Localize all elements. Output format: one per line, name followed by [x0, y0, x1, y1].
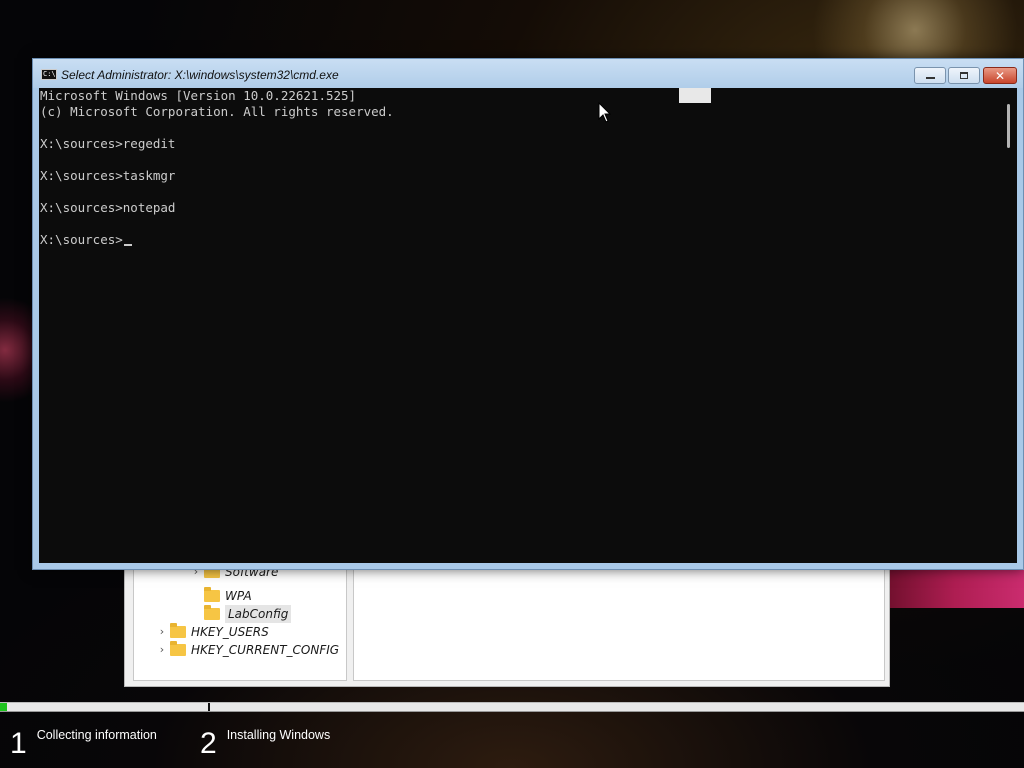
tree-item-label: HKEY_USERS: [191, 625, 269, 639]
step-label: Installing Windows: [226, 728, 331, 742]
tree-item-labconfig[interactable]: LabConfig: [190, 605, 292, 623]
mouse-pointer-icon: [598, 102, 612, 123]
tree-item-wpa[interactable]: WPA: [190, 587, 252, 605]
tree-item-label: LabConfig: [225, 605, 292, 623]
console-line: (c) Microsoft Corporation. All rights re…: [40, 104, 394, 119]
registry-editor-window[interactable]: › Software WPA LabConfig › HKEY_USERS › …: [124, 560, 890, 687]
tree-item-label: HKEY_CURRENT_CONFIG: [191, 643, 340, 657]
folder-icon: [170, 623, 186, 638]
vertical-scrollbar[interactable]: [1000, 88, 1017, 563]
minimize-button[interactable]: [914, 67, 946, 84]
maximize-icon: [960, 72, 968, 79]
magenta-sky: [885, 568, 1024, 608]
console-output[interactable]: Microsoft Windows [Version 10.0.22621.52…: [39, 88, 1000, 563]
chevron-right-icon[interactable]: ›: [156, 623, 168, 641]
cmd-window[interactable]: C:\ Select Administrator: X:\windows\sys…: [32, 58, 1024, 570]
tree-item-label: WPA: [225, 589, 252, 603]
setup-step-installing: 2 Installing Windows: [200, 722, 330, 766]
folder-icon: [204, 587, 220, 602]
folder-icon: [170, 641, 186, 656]
tree-item-hkey-users[interactable]: › HKEY_USERS: [156, 623, 269, 641]
setup-step-collecting: 1 Collecting information: [10, 722, 157, 766]
step-number: 2: [200, 727, 217, 760]
step-number: 1: [10, 727, 27, 760]
setup-progress-bar: [0, 702, 1024, 712]
title-bar[interactable]: C:\ Select Administrator: X:\windows\sys…: [33, 59, 1023, 88]
folder-icon: [204, 605, 220, 620]
close-icon: ✕: [994, 68, 1006, 83]
progress-fill: [0, 703, 8, 711]
close-button[interactable]: ✕: [983, 67, 1017, 84]
prompt-text: X:\sources>: [40, 232, 123, 247]
maximize-button[interactable]: [948, 67, 980, 84]
minimize-icon: [925, 77, 935, 79]
console-line: X:\sources>regedit: [40, 136, 176, 151]
console-line: X:\sources>notepad: [40, 200, 176, 215]
registry-values-pane[interactable]: [353, 565, 885, 681]
text-cursor: [123, 244, 132, 246]
console-line: X:\sources>taskmgr: [40, 168, 176, 183]
registry-tree-pane[interactable]: › Software WPA LabConfig › HKEY_USERS › …: [133, 565, 347, 681]
command-prompt-line[interactable]: X:\sources>: [40, 232, 132, 248]
window-title: Select Administrator: X:\windows\system3…: [61, 68, 339, 82]
cmd-icon[interactable]: C:\: [41, 69, 57, 80]
progress-step-divider: [208, 703, 210, 711]
console-line: Microsoft Windows [Version 10.0.22621.52…: [40, 88, 357, 103]
tree-item-hkey-current-config[interactable]: › HKEY_CURRENT_CONFIG: [156, 641, 339, 659]
step-label: Collecting information: [36, 728, 157, 742]
selection-highlight: [679, 88, 711, 103]
scrollbar-thumb[interactable]: [1007, 104, 1010, 148]
chevron-right-icon[interactable]: ›: [156, 641, 168, 659]
